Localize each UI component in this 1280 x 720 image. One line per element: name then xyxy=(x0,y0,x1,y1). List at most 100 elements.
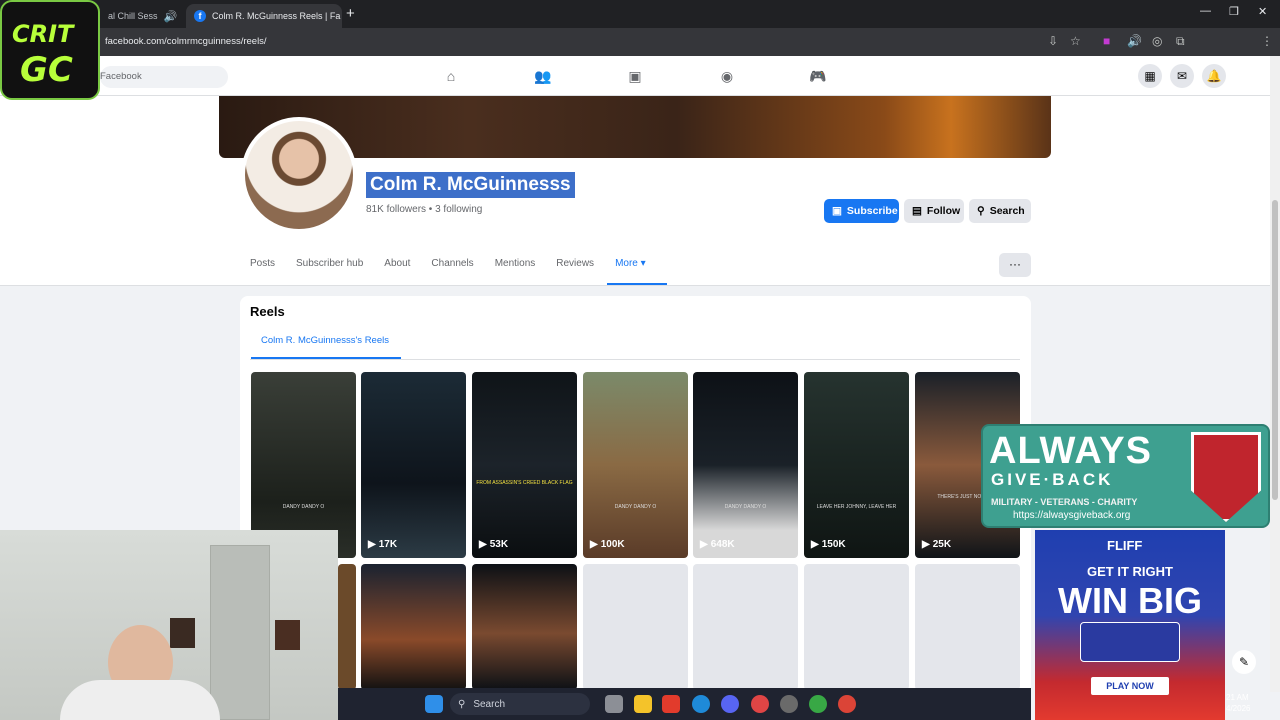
video-icon[interactable]: ▣ xyxy=(626,68,644,84)
reel-thumbnail[interactable] xyxy=(338,564,356,690)
messenger-icon[interactable]: ✉ xyxy=(1170,64,1194,88)
new-tab-button[interactable]: + xyxy=(346,5,355,22)
minimize-icon[interactable]: — xyxy=(1200,5,1211,17)
taskbar-search[interactable]: ⚲ Search xyxy=(450,693,590,715)
follow-button[interactable]: ▤ Follow xyxy=(904,199,964,223)
close-icon[interactable]: ✕ xyxy=(177,10,182,23)
reel-thumbnail[interactable]: ▶ 17K xyxy=(361,372,466,558)
profile-avatar[interactable] xyxy=(241,117,357,233)
extensions-puzzle-icon[interactable]: ⧉ xyxy=(1176,34,1185,49)
url-field[interactable]: facebook.com/colmrmcguinness/reels/ xyxy=(105,36,267,47)
reel-placeholder xyxy=(915,564,1020,690)
subscribe-icon: ▣ xyxy=(832,205,842,217)
app-icon[interactable] xyxy=(780,695,798,713)
reel-thumbnail[interactable]: DANDY DANDY O ▶ 648K xyxy=(693,372,798,558)
clock-date: 4/2026 xyxy=(1226,704,1251,713)
tab-subscriber-hub[interactable]: Subscriber hub xyxy=(296,255,363,285)
audio-icon[interactable]: 🔊 xyxy=(158,10,178,23)
discord-icon[interactable] xyxy=(721,695,739,713)
active-tab-underline xyxy=(607,283,667,285)
reel-view-count: ▶ 150K xyxy=(811,539,846,550)
browser-tab-bar: al Chill Sess 🔊 ✕ f Colm R. McGuinness R… xyxy=(0,0,1280,28)
app-icon[interactable] xyxy=(662,695,680,713)
facebook-icon: f xyxy=(194,10,206,22)
reel-caption: DANDY DANDY O xyxy=(724,504,767,510)
tab-more[interactable]: More ▾ xyxy=(615,255,646,285)
door-shape xyxy=(210,545,270,720)
divider xyxy=(250,359,1020,360)
reel-thumbnail[interactable]: DANDY DANDY O ▶ 100K xyxy=(583,372,688,558)
follow-icon: ▤ xyxy=(912,205,922,217)
more-options-button[interactable]: ··· xyxy=(999,253,1031,277)
edge-icon[interactable] xyxy=(692,695,710,713)
reel-placeholder xyxy=(583,564,688,690)
reel-thumbnail[interactable] xyxy=(361,564,466,690)
task-view-icon[interactable] xyxy=(605,695,623,713)
browser-tab[interactable]: al Chill Sess 🔊 ✕ xyxy=(100,4,182,28)
profile-follow-counts[interactable]: 81K followers • 3 following xyxy=(366,204,482,215)
reel-caption: DANDY DANDY O xyxy=(614,504,657,510)
chrome-icon[interactable] xyxy=(838,695,856,713)
play-icon: ▶ xyxy=(700,539,708,550)
reel-thumbnail[interactable]: LEAVE HER JOHNNY, LEAVE HER ▶ 150K xyxy=(804,372,909,558)
reels-subtab[interactable]: Colm R. McGuinnesss's Reels xyxy=(261,335,389,346)
subscribe-label: Subscribe xyxy=(846,205,898,217)
taskbar-clock[interactable]: 21 AM 4/2026 xyxy=(1226,692,1250,714)
reel-thumbnail[interactable]: FROM ASSASSIN'S CREED BLACK FLAG ▶ 53K xyxy=(472,372,577,558)
close-icon[interactable]: ✕ xyxy=(340,10,342,23)
facebook-search-input[interactable]: Facebook xyxy=(100,66,228,88)
scrollbar-thumb[interactable] xyxy=(1272,200,1278,500)
reel-caption: LEAVE HER JOHNNY, LEAVE HER xyxy=(816,504,897,510)
tab-about[interactable]: About xyxy=(384,255,410,285)
tab-channels[interactable]: Channels xyxy=(431,255,473,285)
reel-view-count: ▶ 100K xyxy=(590,539,625,550)
reel-placeholder xyxy=(693,564,798,690)
file-explorer-icon[interactable] xyxy=(634,695,652,713)
tab-posts[interactable]: Posts xyxy=(250,255,275,285)
extension-icon[interactable]: ◎ xyxy=(1152,34,1162,48)
menu-grid-icon[interactable]: ▦ xyxy=(1138,64,1162,88)
tab-mentions[interactable]: Mentions xyxy=(495,255,536,285)
xbox-icon[interactable] xyxy=(809,695,827,713)
reel-thumbnail[interactable] xyxy=(472,564,577,690)
app-icon[interactable] xyxy=(751,695,769,713)
reels-title: Reels xyxy=(250,304,285,319)
notifications-icon[interactable]: 🔔 xyxy=(1202,64,1226,88)
gaming-icon[interactable]: 🎮 xyxy=(809,68,827,84)
reel-view-count: ▶ 53K xyxy=(479,539,509,550)
tab-more-label: More xyxy=(615,258,638,269)
audio-icon[interactable]: 🔊 xyxy=(1127,34,1142,48)
close-window-icon[interactable]: ✕ xyxy=(1258,5,1267,18)
tab-reviews[interactable]: Reviews xyxy=(556,255,594,285)
windows-start-icon[interactable] xyxy=(425,695,443,713)
ad-phone-graphic xyxy=(1080,622,1180,662)
play-icon: ▶ xyxy=(479,539,487,550)
facebook-header: Facebook ⌂ 👥 ▣ ◉ 🎮 ▦ ✉ 🔔 xyxy=(0,56,1270,96)
person-shirt xyxy=(60,680,220,720)
soldier-shield-icon xyxy=(1191,432,1261,522)
compose-icon[interactable]: ✎ xyxy=(1232,650,1256,674)
subscribe-button[interactable]: ▣ Subscribe xyxy=(824,199,899,223)
profile-search-button[interactable]: ⚲ Search xyxy=(969,199,1031,223)
tab-title: Colm R. McGuinness Reels | Fa xyxy=(212,11,341,21)
browser-tab-active[interactable]: f Colm R. McGuinness Reels | Fa ✕ xyxy=(186,4,342,28)
address-bar: facebook.com/colmrmcguinness/reels/ ⇩ ☆ … xyxy=(0,28,1280,56)
extension-icon[interactable]: ■ xyxy=(1103,34,1110,48)
chevron-down-icon: ▾ xyxy=(640,258,646,269)
webcam-feed xyxy=(0,530,338,720)
play-now-button[interactable]: PLAY NOW xyxy=(1091,677,1169,695)
always-give-back-banner: ALWAYS GIVE·BACK MILITARY - VETERANS - C… xyxy=(981,424,1270,528)
play-icon: ▶ xyxy=(811,539,819,550)
bookmark-star-icon[interactable]: ☆ xyxy=(1070,34,1081,48)
crit-gc-logo: CRIT GC xyxy=(0,0,100,100)
menu-dots-icon[interactable]: ⋮ xyxy=(1261,34,1273,48)
follow-label: Follow xyxy=(926,205,961,217)
play-icon: ▶ xyxy=(590,539,598,550)
fliff-ad[interactable]: FLIFF GET IT RIGHT WIN BIG PLAY NOW xyxy=(1035,530,1225,720)
install-icon[interactable]: ⇩ xyxy=(1048,34,1058,48)
maximize-icon[interactable]: ❐ xyxy=(1229,5,1239,18)
home-icon[interactable]: ⌂ xyxy=(442,68,460,84)
friends-icon[interactable]: 👥 xyxy=(534,68,552,84)
reel-view-count: ▶ 25K xyxy=(922,539,952,550)
groups-icon[interactable]: ◉ xyxy=(718,68,736,84)
